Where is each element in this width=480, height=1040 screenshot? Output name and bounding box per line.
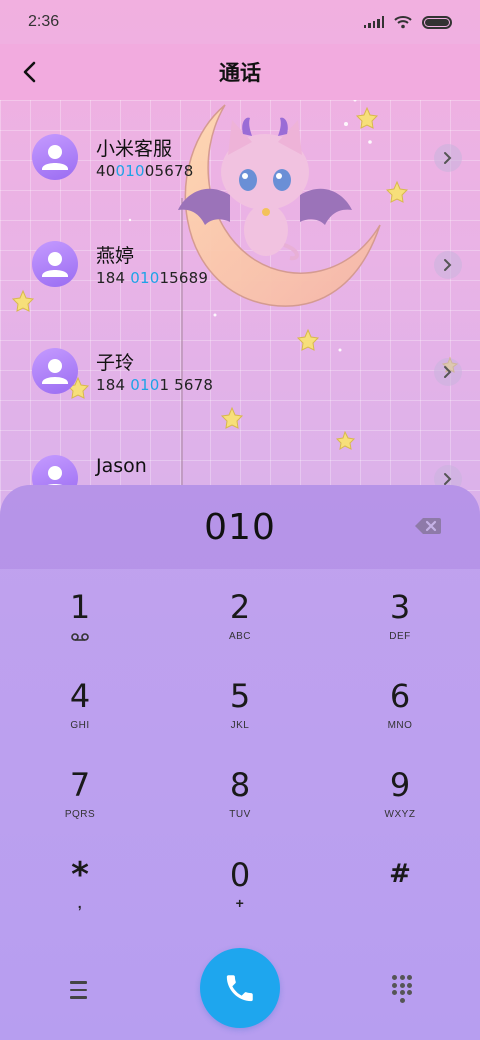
menu-icon[interactable]: [62, 975, 94, 1005]
key-digit: 6: [389, 676, 411, 715]
dialpad-icon[interactable]: [386, 973, 418, 1005]
battery-icon: [422, 15, 452, 29]
contact-item[interactable]: 小米客服 4001005678: [0, 100, 480, 206]
contact-name: 子玲: [96, 352, 135, 374]
key-letters: DEF: [389, 630, 411, 642]
contact-name: 小米客服: [96, 138, 173, 160]
chevron-left-icon: [23, 61, 36, 83]
back-button[interactable]: [12, 54, 48, 90]
status-icons: [363, 15, 452, 29]
page-title: 通话: [219, 61, 261, 85]
match-highlight: 010: [130, 269, 160, 287]
contact-results-list: 小米客服 4001005678 燕婷 184 01015689 子玲 184 0…: [0, 100, 480, 490]
key-digit: *: [71, 854, 89, 895]
avatar: [32, 134, 78, 180]
key-letters: WXYZ: [384, 808, 416, 820]
status-time: 2:36: [28, 13, 60, 30]
contact-name: Jason: [96, 455, 147, 477]
key-8[interactable]: 8 TUV: [160, 747, 320, 836]
key-letters: ,: [77, 894, 83, 911]
dialpad: 1 2 ABC 3 DEF 4 GHI 5 JKL 6 MNO 7 PQRS 8…: [0, 569, 480, 925]
backspace-icon[interactable]: [414, 515, 442, 537]
key-letters: +: [235, 894, 245, 911]
status-bar: 2:36: [0, 0, 480, 44]
key-digit: 0: [229, 855, 251, 894]
key-5[interactable]: 5 JKL: [160, 658, 320, 747]
contact-detail-button[interactable]: [434, 251, 462, 279]
key-hash[interactable]: #: [320, 836, 480, 925]
key-digit: 5: [229, 676, 251, 715]
match-highlight: 010: [115, 162, 145, 180]
app-header: 通话: [0, 44, 480, 100]
key-digit: 2: [229, 587, 251, 626]
key-4[interactable]: 4 GHI: [0, 658, 160, 747]
chevron-right-icon: [444, 259, 452, 271]
key-digit: 7: [69, 765, 91, 804]
person-icon: [42, 252, 68, 277]
key-letters: MNO: [387, 719, 413, 731]
key-6[interactable]: 6 MNO: [320, 658, 480, 747]
dial-display: 010: [0, 485, 480, 569]
key-digit: 1: [69, 587, 91, 626]
chevron-right-icon: [444, 366, 452, 378]
key-letters: PQRS: [64, 808, 96, 820]
signal-icon: [363, 16, 384, 28]
voicemail-icon: [71, 632, 89, 641]
key-letters: JKL: [230, 719, 250, 731]
key-letters: TUV: [229, 808, 251, 820]
contact-number: 184 01015689: [96, 269, 209, 287]
contact-number: 184 0101 5678: [96, 376, 214, 394]
key-2[interactable]: 2 ABC: [160, 569, 320, 658]
person-icon: [42, 359, 68, 384]
match-highlight: 010: [130, 376, 160, 394]
key-digit: 4: [69, 676, 91, 715]
key-9[interactable]: 9 WXYZ: [320, 747, 480, 836]
key-3[interactable]: 3 DEF: [320, 569, 480, 658]
contact-detail-button[interactable]: [434, 144, 462, 172]
key-letters: GHI: [70, 719, 90, 731]
key-star[interactable]: * ,: [0, 836, 160, 925]
key-digit: #: [389, 858, 411, 889]
contact-number: 4001005678: [96, 162, 194, 180]
contact-item[interactable]: 子玲 184 0101 5678: [0, 314, 480, 420]
chevron-right-icon: [444, 152, 452, 164]
key-0[interactable]: 0 +: [160, 836, 320, 925]
key-1[interactable]: 1: [0, 569, 160, 658]
contact-detail-button[interactable]: [434, 358, 462, 386]
dialed-number: 010: [204, 506, 276, 548]
key-digit: 3: [389, 587, 411, 626]
person-icon: [42, 145, 68, 170]
dialer-actions: [0, 945, 480, 1035]
avatar: [32, 348, 78, 394]
key-digit: 9: [389, 765, 411, 804]
wifi-icon: [394, 16, 412, 29]
key-letters: ABC: [228, 630, 252, 642]
phone-icon: [226, 975, 253, 1002]
key-7[interactable]: 7 PQRS: [0, 747, 160, 836]
contact-item[interactable]: Jason: [0, 421, 480, 490]
call-button[interactable]: [200, 948, 280, 1028]
key-digit: 8: [229, 765, 251, 804]
chevron-right-icon: [444, 473, 452, 485]
avatar: [32, 241, 78, 287]
dialer-panel: 010 1 2 ABC 3 DEF 4 GHI 5 JKL 6 MNO 7 PQ…: [0, 485, 480, 1040]
contact-name: 燕婷: [96, 245, 135, 267]
contact-item[interactable]: 燕婷 184 01015689: [0, 207, 480, 313]
